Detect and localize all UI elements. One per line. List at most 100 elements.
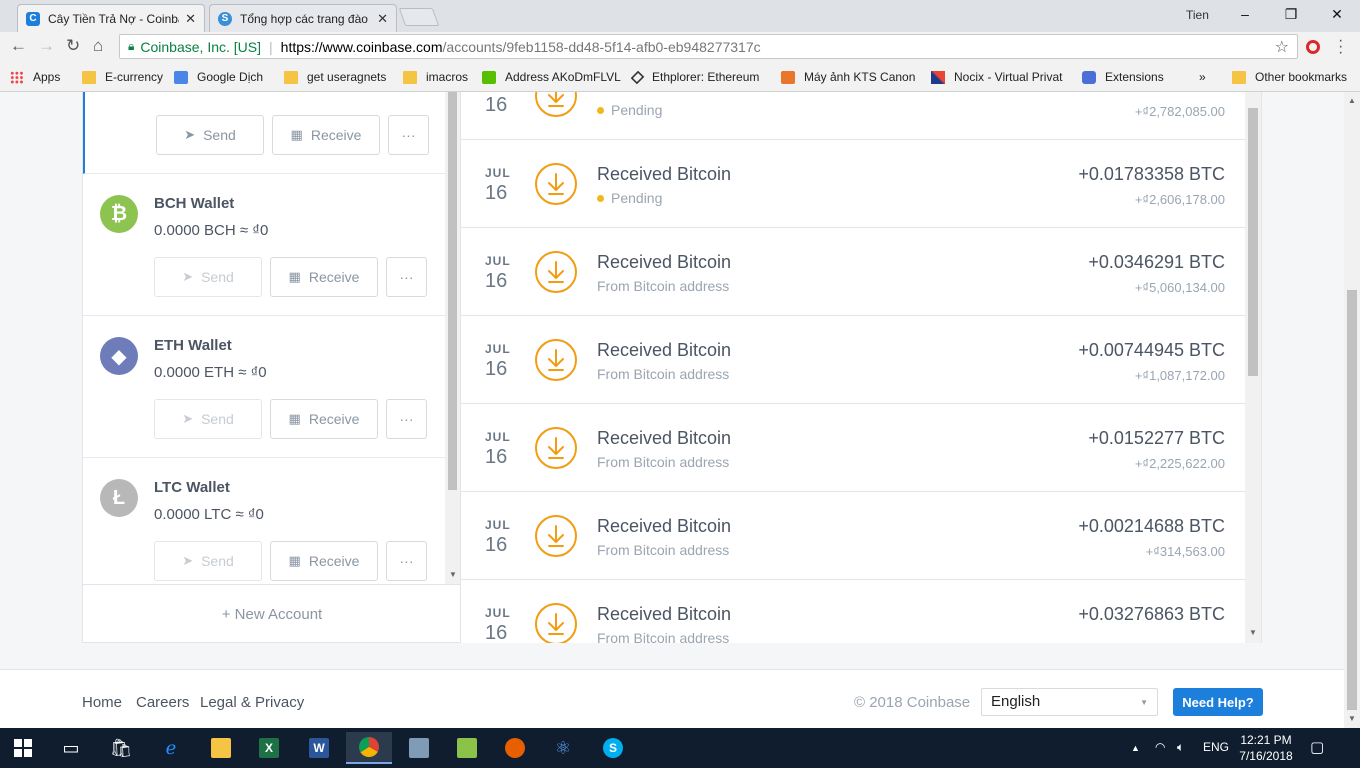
footer-link-home[interactable]: Home xyxy=(82,694,122,711)
scroll-down-arrow-icon[interactable]: ▼ xyxy=(1249,628,1257,637)
bookmark-canon[interactable]: Máy ảnh KTS Canon xyxy=(781,70,915,84)
browser-menu-icon[interactable]: · · · xyxy=(1338,33,1343,61)
scroll-down-arrow-icon[interactable]: ▼ xyxy=(449,570,457,579)
excel-icon[interactable]: X xyxy=(246,732,292,764)
bookmarks-overflow-button[interactable]: » xyxy=(1199,70,1206,84)
transaction-list-scrollbar[interactable]: ▼ xyxy=(1245,92,1261,643)
send-button[interactable]: ➤ Send xyxy=(154,399,262,439)
atom-app-icon[interactable]: ⚛ xyxy=(540,732,586,764)
browser-toolbar: ← → ↻ ⌂ 🔒︎ Coinbase, Inc. [US] | https:/… xyxy=(0,32,1360,62)
bookmark-get-useragnets[interactable]: get useragnets xyxy=(284,70,386,84)
footer-link-legal-privacy[interactable]: Legal & Privacy xyxy=(200,694,304,711)
forward-arrow-icon[interactable]: → xyxy=(38,36,55,56)
tray-overflow-icon[interactable]: ▲ xyxy=(1131,743,1140,753)
wallet-list-scrollbar[interactable]: ▼ xyxy=(445,92,460,584)
need-help-button[interactable]: Need Help? xyxy=(1173,688,1263,716)
wallet-bch[interactable]: ₿ BCH Wallet 0.0000 BCH ≈ ₫0 ➤ Send ▦ Rece… xyxy=(83,174,445,316)
receive-button[interactable]: ▦ Receive xyxy=(270,541,378,581)
transaction-row[interactable]: JUL 16 Received Bitcoin From Bitcoin addres… xyxy=(461,316,1245,404)
tab-coinbase[interactable]: C Cây Tiền Trả Nợ - Coinbase ✕ xyxy=(17,4,205,32)
more-options-button[interactable]: ··· xyxy=(388,115,429,155)
close-window-icon[interactable]: ✕ xyxy=(1314,4,1360,24)
send-button[interactable]: ➤ Send xyxy=(154,541,262,581)
dollar-favicon-icon: S xyxy=(218,11,232,26)
store-icon[interactable]: 🛍︎ xyxy=(98,732,144,764)
transaction-amount: +0.00744945 BTC xyxy=(1078,340,1225,360)
notifications-icon[interactable]: ▢ xyxy=(1310,738,1324,756)
notepad-icon[interactable] xyxy=(444,732,490,764)
qr-code-icon: ▦ xyxy=(288,411,301,426)
edge-browser-icon[interactable]: ℯ xyxy=(148,732,194,764)
language-select[interactable]: English ▼ xyxy=(981,688,1158,716)
bookmark-imacros[interactable]: imacros xyxy=(403,70,468,84)
tab-close-icon[interactable]: ✕ xyxy=(377,11,388,27)
copyright-text: © 2018 Coinbase xyxy=(854,694,971,711)
receive-button[interactable]: ▦ Receive xyxy=(270,399,378,439)
scroll-down-arrow-icon[interactable]: ▼ xyxy=(1348,714,1356,723)
new-tab-button[interactable] xyxy=(398,8,440,26)
chrome-icon[interactable] xyxy=(346,732,392,764)
tab-bitcoin-mining[interactable]: S Tổng hợp các trang đào Bitcoin ✕ xyxy=(209,4,397,32)
transaction-row[interactable]: JUL 16 Received Bitcoin From Bitcoin addres… xyxy=(461,580,1245,643)
more-options-button[interactable]: ··· xyxy=(386,541,427,581)
profile-name[interactable]: Tien xyxy=(1186,8,1209,22)
bookmark-ethplorer[interactable]: Ethplorer: Ethereum xyxy=(630,70,759,84)
transaction-row[interactable]: JUL 16 Received Bitcoin Pending +0.01783358 … xyxy=(461,140,1245,228)
bookmark-other[interactable]: Other bookmarks xyxy=(1232,70,1347,84)
reload-icon[interactable]: ↻ xyxy=(66,36,80,56)
scrollbar-thumb[interactable] xyxy=(1248,108,1258,376)
scrollbar-thumb[interactable] xyxy=(1347,290,1357,710)
footer-link-careers[interactable]: Careers xyxy=(136,694,189,711)
receive-button[interactable]: ▦ Receive xyxy=(270,257,378,297)
scroll-up-arrow-icon[interactable]: ▲ xyxy=(1348,96,1356,105)
bookmark-label: get useragnets xyxy=(307,70,387,84)
scrollbar-thumb[interactable] xyxy=(448,92,457,490)
camera-shop-icon xyxy=(781,70,795,84)
file-explorer-icon[interactable] xyxy=(198,732,244,764)
receive-label: Receive xyxy=(308,269,360,285)
tab-close-icon[interactable]: ✕ xyxy=(185,11,196,27)
wifi-icon[interactable]: ◠ xyxy=(1155,740,1165,754)
send-button[interactable]: ➤ Send xyxy=(156,115,264,155)
word-icon[interactable]: W xyxy=(296,732,342,764)
transaction-list: JUL 16 Received Bitcoin Pending +0.0190457 B… xyxy=(461,92,1261,643)
volume-icon[interactable]: 🔈︎ xyxy=(1177,740,1184,755)
wallet-eth[interactable]: ◆ ETH Wallet 0.0000 ETH ≈ ₫0 ➤ Send ▦ Rece… xyxy=(83,316,445,458)
transaction-row[interactable]: JUL 16 Received Bitcoin From Bitcoin addres… xyxy=(461,492,1245,580)
home-icon[interactable]: ⌂ xyxy=(93,36,103,56)
restore-icon[interactable]: ❐ xyxy=(1268,4,1314,24)
bookmark-nocix[interactable]: Nocix - Virtual Privat xyxy=(931,70,1062,84)
bookmark-apps[interactable]: Apps xyxy=(10,70,60,84)
minimize-icon[interactable]: – xyxy=(1222,4,1268,24)
bookmark-star-icon[interactable]: ☆ xyxy=(1275,37,1289,57)
input-language[interactable]: ENG xyxy=(1203,740,1229,754)
bookmark-neo-address[interactable]: Address AKoDmFLVL xyxy=(482,70,621,84)
bookmark-label: Google Dịch xyxy=(197,70,264,84)
system-clock[interactable]: 12:21 PM 7/16/2018 xyxy=(1234,732,1298,764)
wallet-btc[interactable]: ➤ Send ▦ Receive ··· xyxy=(83,92,445,174)
network-app-icon[interactable] xyxy=(396,732,442,764)
transaction-status: From Bitcoin address xyxy=(597,454,729,470)
bookmarks-bar: Apps E-currency Google Dịch get useragne… xyxy=(0,62,1360,92)
transaction-fiat-value: +₫2,606,178.00 xyxy=(1134,192,1225,207)
bookmark-extensions[interactable]: Extensions xyxy=(1082,70,1164,84)
send-button[interactable]: ➤ Send xyxy=(154,257,262,297)
skype-icon[interactable]: S xyxy=(590,732,636,764)
back-arrow-icon[interactable]: ← xyxy=(10,36,27,56)
windows-start-icon[interactable] xyxy=(0,732,46,764)
more-options-button[interactable]: ··· xyxy=(386,257,427,297)
opera-extension-icon[interactable] xyxy=(1306,40,1320,54)
bookmark-e-currency[interactable]: E-currency xyxy=(82,70,163,84)
new-account-button[interactable]: + New Account xyxy=(83,584,461,643)
task-view-icon[interactable]: ▭ xyxy=(48,732,94,764)
page-scrollbar[interactable]: ▲ ▼ xyxy=(1344,92,1360,728)
wallet-ltc[interactable]: Ł LTC Wallet 0.0000 LTC ≈ ₫0 ➤ Send ▦ Rece… xyxy=(83,458,445,584)
transaction-row[interactable]: JUL16Received BitcoinPending+0.0190457 B… xyxy=(461,92,1245,140)
transaction-row[interactable]: JUL 16 Received Bitcoin From Bitcoin addres… xyxy=(461,404,1245,492)
transaction-row[interactable]: JUL 16 Received Bitcoin From Bitcoin addres… xyxy=(461,228,1245,316)
receive-button[interactable]: ▦ Receive xyxy=(272,115,380,155)
firefox-icon[interactable] xyxy=(492,732,538,764)
more-options-button[interactable]: ··· xyxy=(386,399,427,439)
bookmark-google-dich[interactable]: Google Dịch xyxy=(174,70,263,84)
address-bar[interactable]: 🔒︎ Coinbase, Inc. [US] | https://www.coi… xyxy=(119,34,1298,59)
